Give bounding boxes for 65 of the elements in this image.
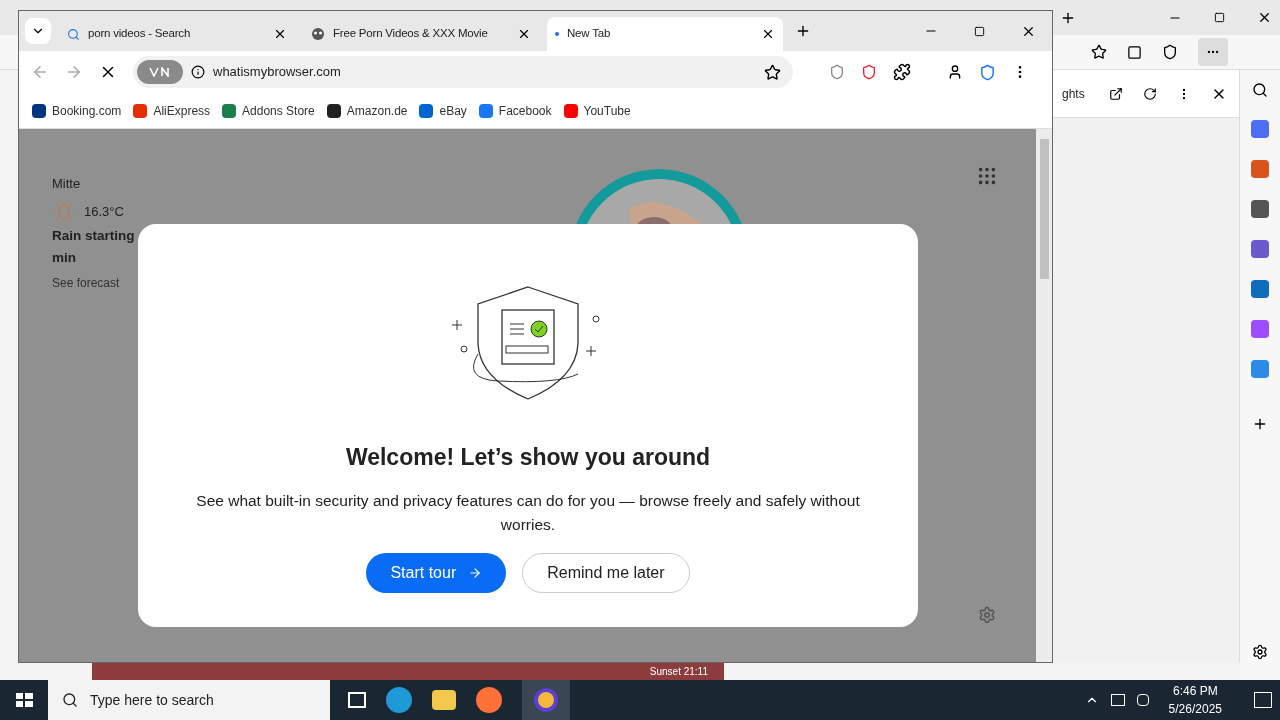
- app-icon[interactable]: [1251, 160, 1269, 178]
- close-icon[interactable]: [1257, 10, 1272, 25]
- bookmark[interactable]: Booking.com: [29, 97, 125, 124]
- clock-date: 5/26/2025: [1168, 701, 1222, 718]
- shield-icon[interactable]: [861, 64, 877, 80]
- address-bar[interactable]: whatismybrowser.com: [133, 56, 793, 88]
- temperature: 16.3°C: [84, 202, 124, 221]
- refresh-icon[interactable]: [1143, 86, 1157, 101]
- favorites-icon[interactable]: [1091, 44, 1107, 60]
- browser-app-icon[interactable]: [522, 680, 570, 720]
- vpn-icon[interactable]: [137, 60, 183, 84]
- tab-title: Free Porn Videos & XXX Movie: [333, 26, 489, 42]
- maximize-icon[interactable]: [974, 25, 985, 37]
- new-tab-icon[interactable]: [795, 23, 811, 39]
- panel-title: ghts: [1062, 85, 1086, 103]
- dialog-text: See what built-in security and privacy features can do for you — browse freely and safely without worries.: [195, 490, 861, 535]
- loading-icon: [555, 32, 559, 36]
- weather-alert-text: Rain starting: [52, 226, 135, 245]
- extensions-icon[interactable]: [893, 63, 911, 81]
- app-icon[interactable]: [1251, 200, 1269, 218]
- apps-icon[interactable]: [976, 165, 998, 187]
- open-external-icon[interactable]: [1109, 86, 1123, 101]
- close-icon[interactable]: [761, 27, 775, 41]
- search-placeholder: Type here to search: [90, 690, 214, 710]
- app-icon[interactable]: [1251, 120, 1269, 138]
- app-icon[interactable]: [1251, 320, 1269, 338]
- app-icon[interactable]: [1251, 280, 1269, 298]
- bookmark[interactable]: Addons Store: [219, 97, 318, 124]
- start-tour-button[interactable]: Start tour: [366, 552, 507, 593]
- weather-alert-text: min: [52, 248, 76, 267]
- app-icon[interactable]: [1251, 240, 1269, 258]
- browser-tab[interactable]: porn videos - Search: [59, 17, 295, 51]
- browser-tab[interactable]: Free Porn Videos & XXX Movie: [303, 17, 539, 51]
- close-icon[interactable]: [517, 27, 531, 41]
- folder-icon[interactable]: [432, 690, 456, 710]
- sunset-label: Sunset 21:11: [649, 664, 708, 679]
- tab-list-button[interactable]: [25, 18, 51, 44]
- settings-icon[interactable]: [1252, 644, 1268, 660]
- bookmark[interactable]: Facebook: [475, 97, 555, 124]
- bookmark[interactable]: YouTube: [560, 97, 634, 124]
- bookmark[interactable]: eBay: [416, 97, 470, 124]
- bookmark-star-icon[interactable]: [764, 63, 781, 81]
- add-icon[interactable]: [1252, 416, 1268, 432]
- bookmark[interactable]: Amazon.de: [323, 97, 411, 124]
- maximize-icon[interactable]: [1214, 12, 1225, 23]
- forecast-link[interactable]: See forecast: [52, 273, 120, 292]
- clock-time: 6:46 PM: [1172, 683, 1218, 700]
- location-label: Mitte: [52, 175, 81, 193]
- tab-title: porn videos - Search: [88, 26, 192, 42]
- tab-title: New Tab: [567, 26, 612, 42]
- taskbar-search-field[interactable]: Type here to search: [48, 680, 330, 720]
- url-text: whatismybrowser.com: [213, 63, 342, 82]
- shield-icon[interactable]: [979, 63, 996, 81]
- profile-icon[interactable]: [947, 64, 963, 80]
- dialog-title: Welcome! Let’s show you around: [345, 443, 711, 472]
- remind-later-button[interactable]: Remind me later: [522, 552, 690, 593]
- sun-icon: [52, 199, 76, 224]
- search-icon: [62, 692, 78, 708]
- browser-tab[interactable]: New Tab: [547, 17, 783, 51]
- close-icon[interactable]: [273, 27, 287, 41]
- info-icon[interactable]: [191, 65, 205, 79]
- search-icon[interactable]: [1252, 82, 1268, 98]
- bookmark[interactable]: AliExpress: [130, 97, 214, 124]
- search-icon: [67, 27, 80, 41]
- shield-icon[interactable]: [829, 64, 845, 80]
